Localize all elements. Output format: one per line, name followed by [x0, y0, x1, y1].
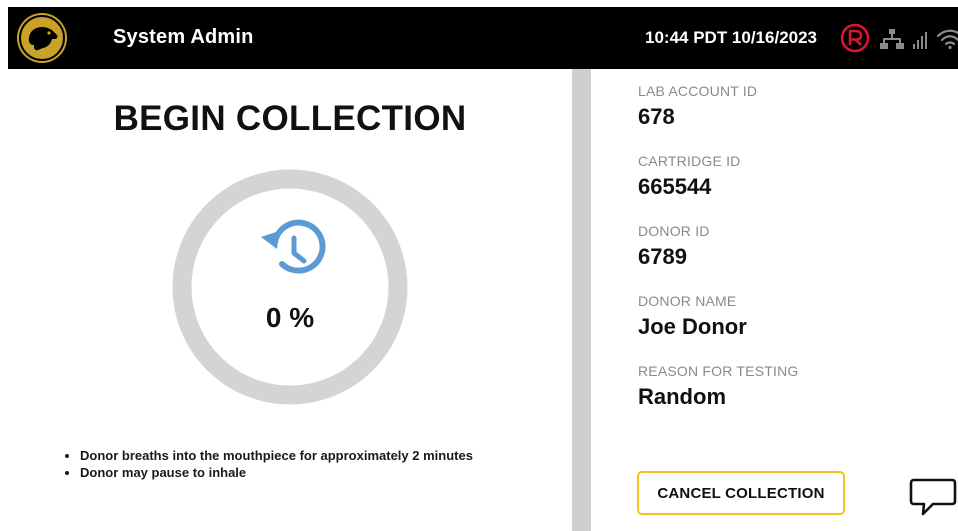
details-panel: LAB ACCOUNT ID 678 CARTRIDGE ID 665544 D… [591, 69, 958, 531]
signal-bars-icon [913, 32, 927, 49]
field-label: CARTRIDGE ID [638, 153, 741, 169]
field-value: Joe Donor [638, 314, 747, 339]
lab-account-id-field: LAB ACCOUNT ID 678 [638, 83, 757, 132]
instruction-item: Donor breaths into the mouthpiece for ap… [80, 447, 473, 464]
wifi-icon [936, 29, 958, 50]
donor-name-field: DONOR NAME Joe Donor [638, 293, 747, 342]
collection-panel: BEGIN COLLECTION 0 % Donor breaths into … [8, 69, 572, 531]
network-icon [880, 29, 904, 49]
cartridge-id-field: CARTRIDGE ID 665544 [638, 153, 741, 202]
field-label: LAB ACCOUNT ID [638, 83, 758, 99]
screen-edge [0, 0, 8, 531]
app-screen: System Admin 10:44 PDT 10/16/2023 BEGIN … [0, 0, 958, 531]
instruction-item: Donor may pause to inhale [80, 464, 473, 481]
field-label: DONOR NAME [638, 293, 737, 309]
page-title: BEGIN COLLECTION [113, 99, 467, 138]
dog-logo-icon[interactable] [16, 12, 68, 64]
field-value: 665544 [638, 174, 712, 199]
field-value: Random [638, 384, 726, 409]
instructions-list: Donor breaths into the mouthpiece for ap… [62, 447, 473, 481]
registered-r-icon [840, 23, 870, 53]
field-label: DONOR ID [638, 223, 710, 239]
progress-percent: 0 % [265, 302, 315, 333]
reason-for-testing-field: REASON FOR TESTING Random [638, 363, 798, 412]
header-bar: System Admin 10:44 PDT 10/16/2023 [8, 7, 958, 69]
progress-ring [172, 169, 408, 405]
cancel-collection-button[interactable]: CANCEL COLLECTION [637, 471, 845, 515]
chat-bubble-icon[interactable] [909, 477, 957, 517]
field-label: REASON FOR TESTING [638, 363, 799, 379]
history-clock-icon [261, 219, 326, 274]
status-datetime: 10:44 PDT 10/16/2023 [645, 28, 818, 47]
panel-divider [572, 69, 591, 531]
field-value: 678 [638, 104, 675, 129]
field-value: 6789 [638, 244, 687, 269]
donor-id-field: DONOR ID 6789 [638, 223, 710, 272]
status-icons [840, 23, 958, 53]
app-title: System Admin [113, 26, 254, 48]
progress-ring-track [172, 169, 408, 405]
